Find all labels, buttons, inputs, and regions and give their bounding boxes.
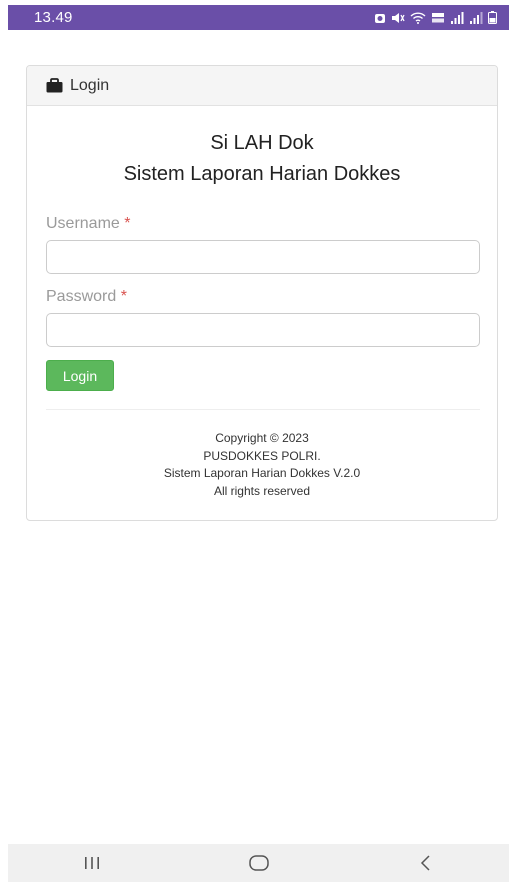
briefcase-icon (46, 78, 63, 93)
footer-copyright: Copyright © 2023 (215, 431, 309, 445)
mute-icon (391, 12, 405, 24)
footer-version: Sistem Laporan Harian Dokkes V.2.0 (163, 466, 361, 480)
footer-rights: All rights reserved (213, 483, 311, 498)
navigation-bar (8, 844, 509, 882)
password-label-text: Password (46, 288, 117, 305)
password-label: Password * (46, 288, 127, 306)
password-required-mark: * (120, 288, 127, 305)
username-input[interactable] (46, 240, 480, 274)
home-icon[interactable] (229, 848, 289, 878)
recent-apps-icon[interactable] (62, 848, 122, 878)
login-button[interactable]: Login (46, 360, 114, 391)
username-label: Username * (46, 215, 131, 233)
volte-icon (431, 12, 445, 24)
status-time: 13.49 (34, 9, 73, 26)
username-label-text: Username (46, 215, 120, 232)
footer-org: PUSDOKKES POLRI. (203, 448, 321, 463)
footer: Copyright © 2023 PUSDOKKES POLRI. Sistem… (27, 430, 497, 500)
screen: 13.49 Login Si LAH Dok Sistem Laporan Ha… (0, 0, 509, 882)
password-input[interactable] (46, 313, 480, 347)
card-header: Login (27, 66, 497, 106)
card-header-title: Login (70, 76, 110, 94)
signal-icon (450, 11, 464, 24)
status-bar: 13.49 (8, 5, 509, 30)
login-card: Login Si LAH Dok Sistem Laporan Harian D… (26, 65, 498, 521)
divider (46, 409, 480, 410)
signal-icon-2 (469, 11, 483, 24)
alarm-icon (374, 12, 386, 24)
app-title: Si LAH Dok (210, 132, 314, 154)
username-required-mark: * (124, 215, 131, 232)
app-subtitle: Sistem Laporan Harian Dokkes (123, 163, 401, 185)
battery-icon (488, 11, 497, 24)
status-icons (374, 11, 497, 24)
back-icon[interactable] (396, 848, 456, 878)
wifi-icon (410, 11, 426, 24)
